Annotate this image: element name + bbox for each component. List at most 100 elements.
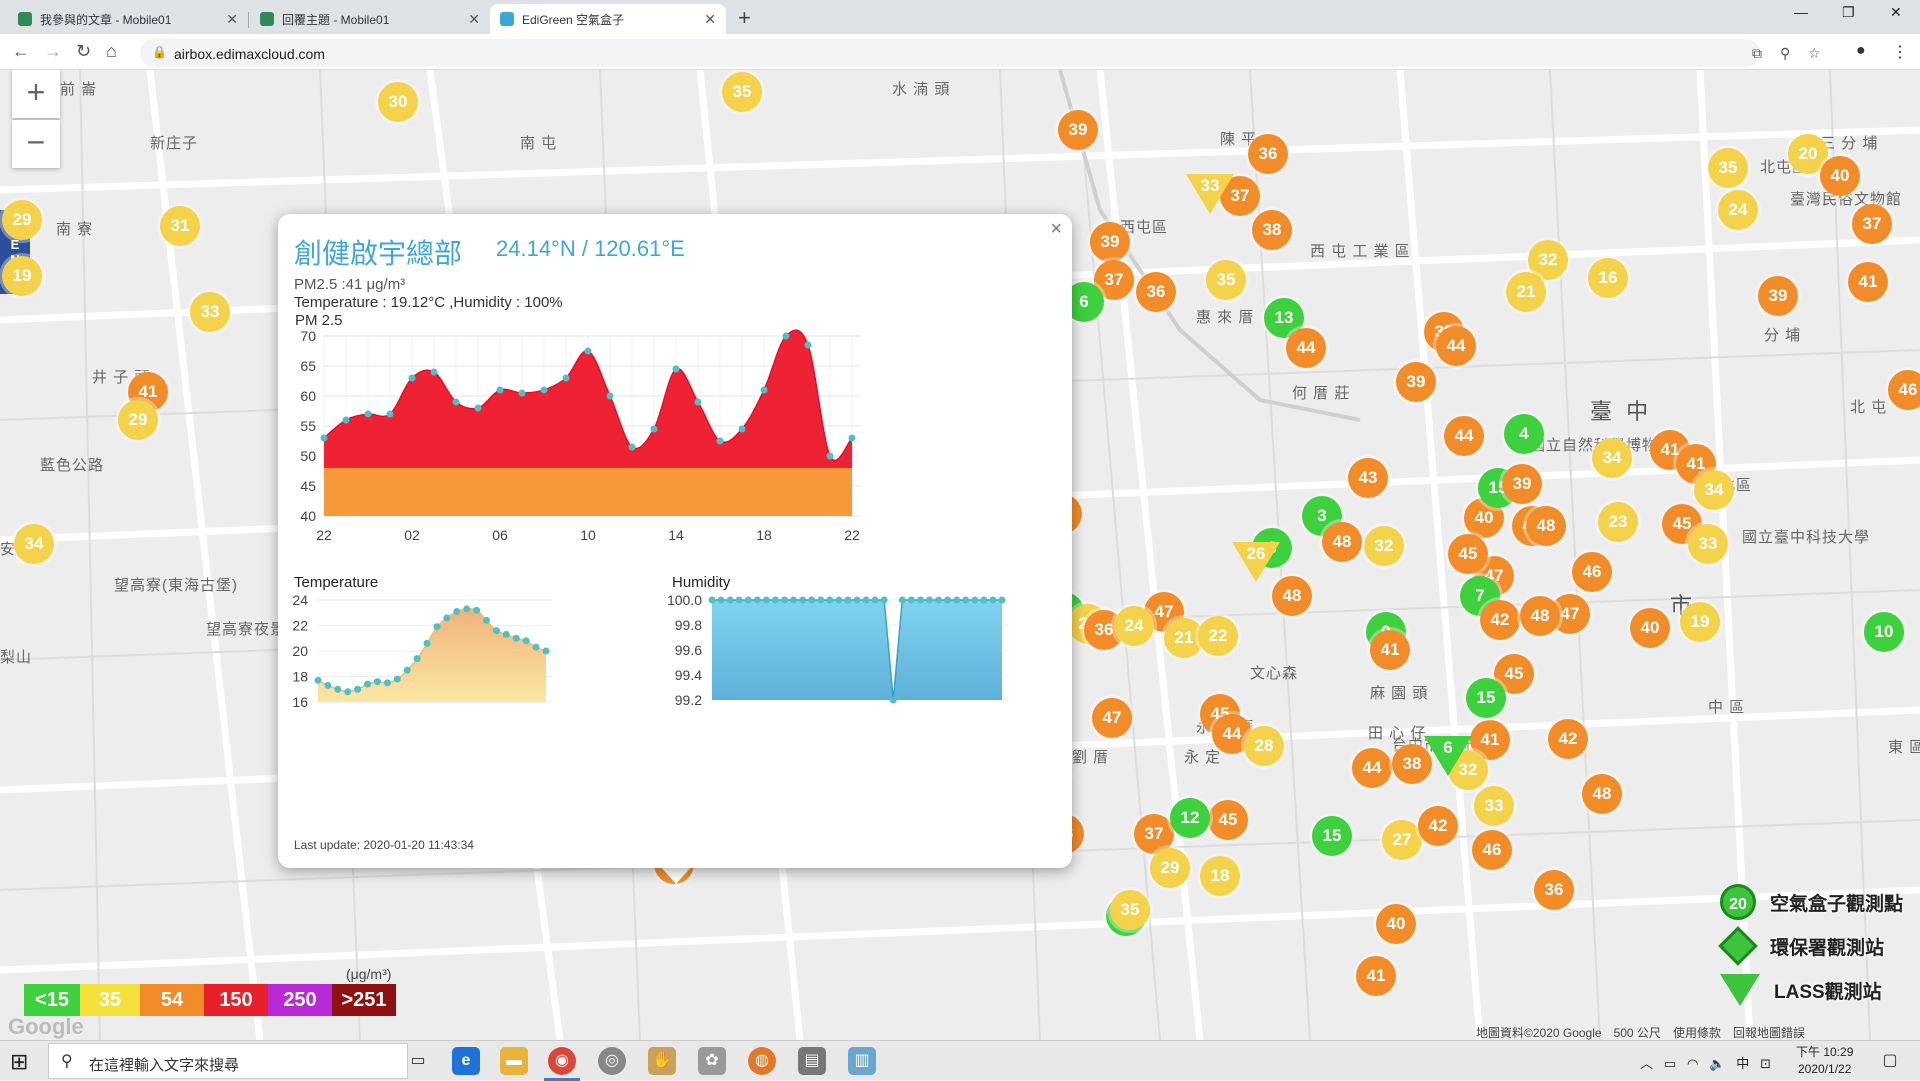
tab-mobile01-reply[interactable]: 回覆主題 - Mobile01 ✕	[250, 4, 490, 34]
sensor-marker[interactable]: 34	[14, 524, 54, 564]
lass-station-marker[interactable]: 6	[1424, 736, 1472, 776]
task-view-icon[interactable]: ▭	[404, 1047, 432, 1075]
sensor-marker[interactable]: 40	[1630, 608, 1670, 648]
sensor-marker[interactable]: 34	[1694, 470, 1734, 510]
sensor-marker[interactable]: 4	[1504, 414, 1544, 454]
sensor-marker[interactable]: 24	[1718, 190, 1758, 230]
app-icon-2[interactable]: ✋	[648, 1047, 676, 1075]
sensor-marker[interactable]: 33	[1474, 786, 1514, 826]
sensor-marker[interactable]: 37	[1852, 204, 1892, 244]
lass-station-marker[interactable]: 33	[1186, 174, 1234, 214]
sensor-marker[interactable]: 36	[1136, 272, 1176, 312]
tray-ime[interactable]: 中	[1736, 1056, 1749, 1071]
app-icon-3[interactable]: ✿	[698, 1047, 726, 1075]
sensor-marker[interactable]: 44	[1444, 416, 1484, 456]
sensor-marker[interactable]: 42	[1480, 600, 1520, 640]
sensor-marker[interactable]: 48	[1272, 576, 1312, 616]
temperature-chart[interactable]: 16 18 20 22 24	[278, 592, 658, 742]
sensor-marker[interactable]: 35	[722, 72, 762, 112]
url-text[interactable]: airbox.edimaxcloud.com	[174, 46, 325, 62]
sensor-marker[interactable]: 19	[1680, 602, 1720, 642]
sensor-marker[interactable]: 39	[1502, 464, 1542, 504]
sensor-marker[interactable]: 39	[1058, 110, 1098, 150]
sensor-marker[interactable]: 48	[1526, 506, 1566, 546]
attribution-report[interactable]: 回報地圖錯誤	[1733, 1024, 1805, 1041]
sensor-marker[interactable]: 43	[1348, 458, 1388, 498]
taskbar-clock[interactable]: 下午 10:29 2020/1/22	[1796, 1044, 1853, 1078]
zoom-out-button[interactable]: −	[12, 120, 60, 168]
sensor-marker[interactable]: 46	[1888, 370, 1920, 410]
sensor-marker[interactable]: 48	[1582, 774, 1622, 814]
address-bar[interactable]: 🔒 airbox.edimaxcloud.com ⧉ ⚲ ☆	[140, 39, 1821, 67]
sensor-marker[interactable]: 30	[378, 82, 418, 122]
attribution-map-data[interactable]: 地圖資料©2020 Google	[1476, 1024, 1602, 1041]
translate-icon[interactable]: ⧉	[1752, 45, 1762, 62]
sensor-marker[interactable]: 15	[1466, 678, 1506, 718]
close-window-icon[interactable]: ✕	[1890, 4, 1902, 21]
tray-keyboard-icon[interactable]: ⊡	[1760, 1056, 1771, 1071]
tray-volume-icon[interactable]: 🔈	[1709, 1056, 1725, 1071]
sensor-marker[interactable]: 40	[1820, 156, 1860, 196]
legend-airbox-station[interactable]: 20 空氣盒子觀測點	[1720, 884, 1903, 920]
sensor-marker[interactable]: 35	[1110, 890, 1150, 930]
menu-dots-icon[interactable]: ⋮	[1892, 42, 1908, 62]
app-icon-1[interactable]: ◎	[598, 1047, 626, 1075]
attribution-terms[interactable]: 使用條款	[1673, 1024, 1721, 1041]
sensor-marker[interactable]: 24	[1114, 606, 1154, 646]
sensor-marker[interactable]: 33	[190, 292, 230, 332]
lass-station-marker[interactable]: 26	[1232, 542, 1280, 582]
file-explorer-icon[interactable]: ▬	[500, 1047, 528, 1075]
sensor-marker[interactable]: 29	[2, 200, 42, 240]
app-icon-4[interactable]: ▤	[798, 1047, 826, 1075]
forward-icon[interactable]: →	[44, 41, 62, 62]
legend-lass-station[interactable]: LASS觀測站	[1720, 974, 1882, 1006]
pm25-chart[interactable]: 40 45 50 55 60 65 70 22 02 06 10 14 18 22	[278, 326, 1072, 556]
sensor-marker[interactable]: 39	[1758, 276, 1798, 316]
tray-battery-icon[interactable]: ▭	[1664, 1056, 1676, 1071]
sensor-marker[interactable]: 12	[1170, 798, 1210, 838]
close-tab-icon[interactable]: ✕	[704, 11, 716, 28]
sensor-marker[interactable]: 35	[1206, 260, 1246, 300]
taskbar-search-input[interactable]: ⚲ 在這裡輸入文字來搜尋	[48, 1043, 408, 1079]
humidity-chart[interactable]: 100.0 99.8 99.6 99.4 99.2	[658, 592, 1068, 742]
sensor-marker[interactable]: 41	[1356, 956, 1396, 996]
sensor-marker[interactable]: 29	[1150, 848, 1190, 888]
minimize-icon[interactable]: —	[1794, 4, 1808, 20]
sensor-marker[interactable]: 35	[1708, 148, 1748, 188]
sensor-marker[interactable]: 46	[1572, 552, 1612, 592]
popup-close-button[interactable]: ×	[1050, 218, 1062, 241]
close-tab-icon[interactable]: ✕	[468, 11, 480, 28]
sensor-marker[interactable]: 41	[1848, 262, 1888, 302]
tray-chevron-icon[interactable]: ︿	[1640, 1056, 1653, 1071]
sensor-marker[interactable]: 19	[2, 256, 42, 296]
maximize-icon[interactable]: ❐	[1842, 4, 1855, 21]
sensor-marker[interactable]: 31	[160, 206, 200, 246]
sensor-marker[interactable]: 10	[1864, 612, 1904, 652]
zoom-icon[interactable]: ⚲	[1780, 45, 1790, 62]
map-canvas[interactable]: + − MENU 前 崙新庄子南 寮井 子 頭藍色公路安林望高寮(東海古堡)望高…	[0, 70, 1920, 1040]
sensor-marker[interactable]: 47	[1092, 698, 1132, 738]
app-icon-5[interactable]: ▥	[848, 1047, 876, 1075]
chrome-icon[interactable]: ◉	[548, 1047, 576, 1075]
sensor-marker[interactable]: 42	[1418, 806, 1458, 846]
sensor-marker[interactable]: 44	[1286, 328, 1326, 368]
sensor-marker[interactable]: 28	[1244, 726, 1284, 766]
sensor-marker[interactable]: 41	[1370, 630, 1410, 670]
sensor-marker[interactable]: 29	[118, 400, 158, 440]
sensor-marker[interactable]: 48	[1322, 522, 1362, 562]
sensor-marker[interactable]: 38	[1252, 210, 1292, 250]
sensor-marker[interactable]: 23	[1598, 502, 1638, 542]
sensor-marker[interactable]: 48	[1520, 596, 1560, 636]
legend-epa-station[interactable]: 環保署觀測站	[1718, 926, 1884, 966]
close-tab-icon[interactable]: ✕	[226, 11, 238, 28]
zoom-in-button[interactable]: +	[12, 70, 60, 118]
sensor-marker[interactable]: 27	[1382, 820, 1422, 860]
tab-edigreen-airbox[interactable]: EdiGreen 空氣盒子 ✕	[490, 4, 726, 34]
tray-wifi-icon[interactable]: ◠	[1687, 1056, 1698, 1071]
edge-icon[interactable]: e	[452, 1047, 480, 1075]
profile-icon[interactable]: ●	[1856, 42, 1866, 60]
sensor-marker[interactable]: 33	[1688, 524, 1728, 564]
sensor-marker[interactable]: 42	[1548, 719, 1588, 759]
windows-start-icon[interactable]: ⊞	[10, 1049, 28, 1075]
sensor-marker[interactable]: 40	[1376, 904, 1416, 944]
